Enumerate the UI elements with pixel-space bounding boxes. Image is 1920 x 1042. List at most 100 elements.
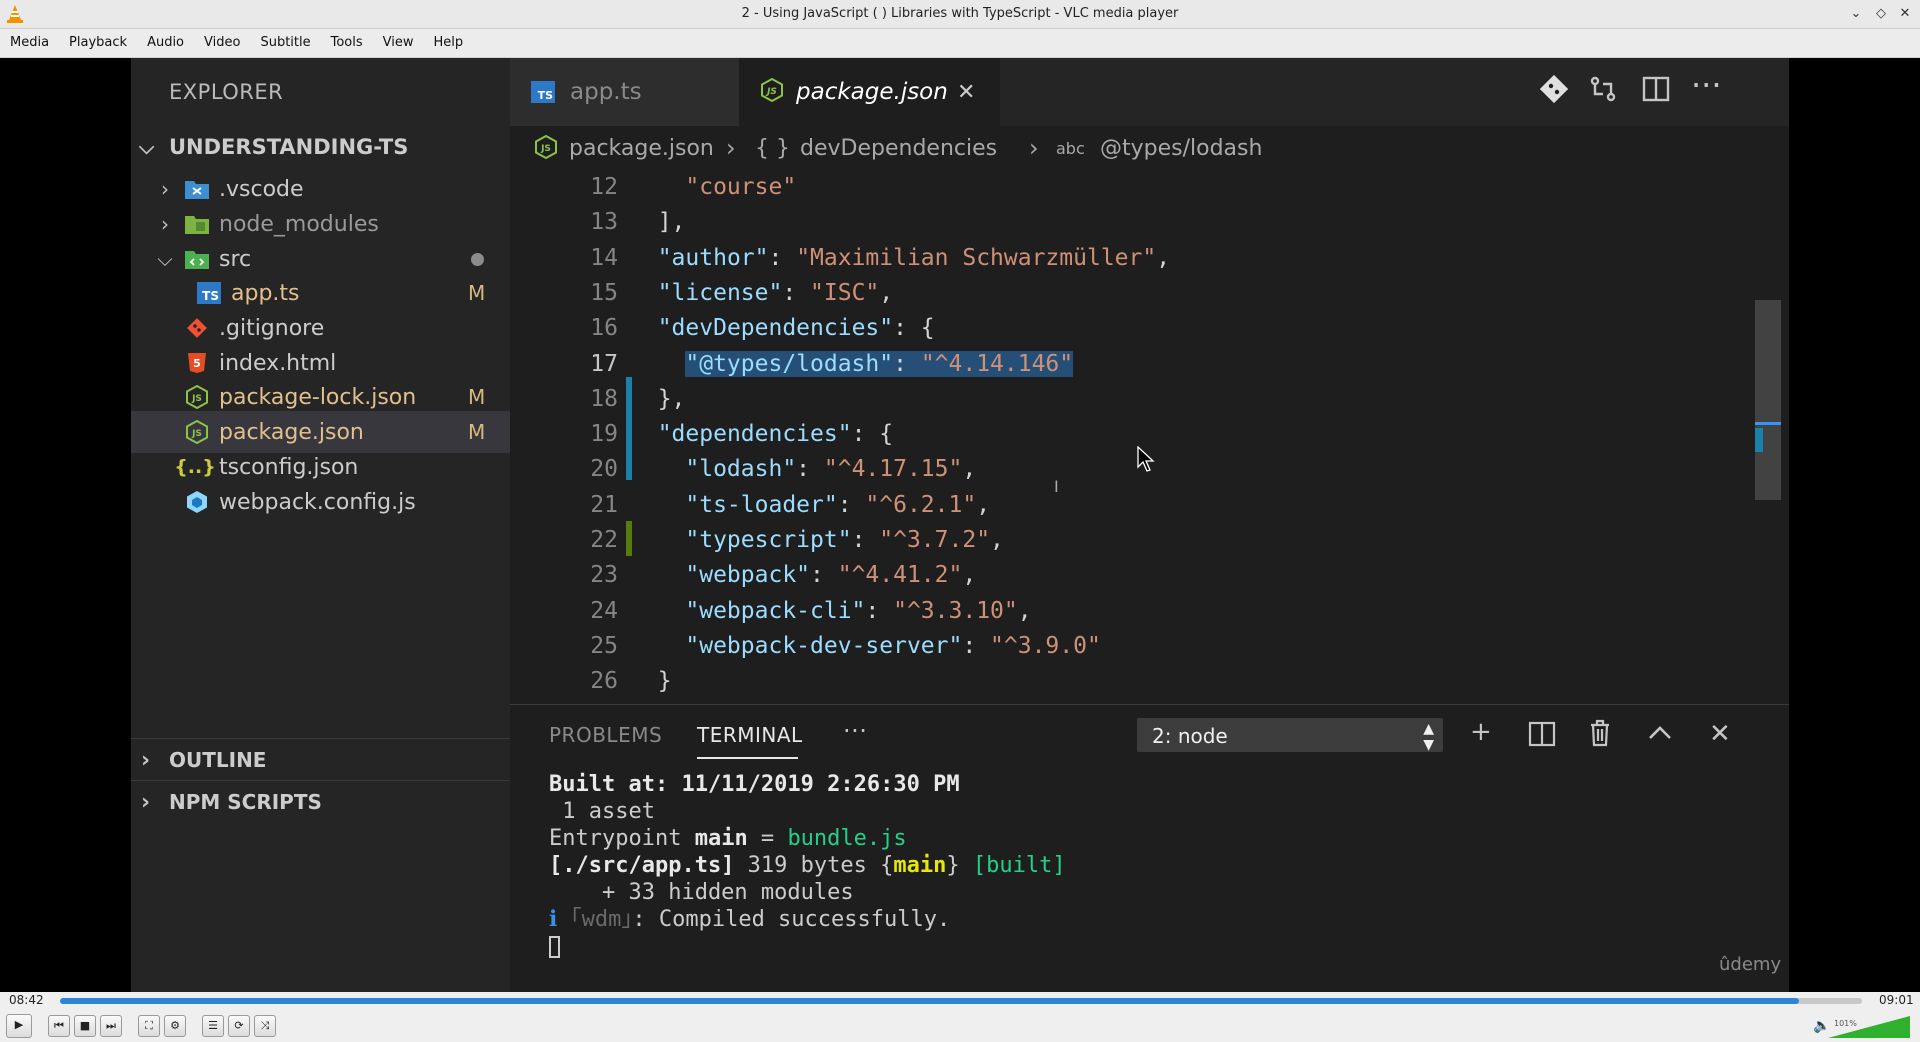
line-code: "lodash": "^4.17.15", <box>685 456 977 483</box>
menu-media[interactable]: Media <box>0 29 59 57</box>
previous-icon[interactable]: ⏮ <box>48 1015 70 1037</box>
menu-subtitle[interactable]: Subtitle <box>250 29 320 57</box>
tree-item-webpack-config: webpack.config.js <box>131 481 510 523</box>
node-folder-icon <box>183 210 211 238</box>
line-number: 12 <box>590 174 618 200</box>
typescript-file-icon: TS <box>531 81 555 103</box>
term-line-app: [./src/app.ts] 319 bytes {main} [built] <box>549 853 1066 878</box>
terminal-select[interactable]: 2: node ▲ ▼ <box>1137 718 1443 753</box>
menu-help[interactable]: Help <box>424 29 474 57</box>
menu-view[interactable]: View <box>373 29 424 57</box>
line-code: ], <box>630 209 686 236</box>
breadcrumb-item[interactable]: @types/lodash <box>1100 136 1262 161</box>
mouse-cursor-icon <box>1137 446 1155 472</box>
maximize-icon[interactable]: ◇ <box>1871 4 1891 24</box>
editor-scrollbar[interactable] <box>1755 300 1781 500</box>
split-terminal-icon[interactable] <box>1528 721 1556 754</box>
line-number: 23 <box>590 562 618 589</box>
code-line: 20 "lodash": "^4.17.15", <box>510 452 1750 487</box>
term-line-assets: 1 asset <box>549 799 655 824</box>
scrollbar-change-marker <box>1755 428 1763 452</box>
tree-label: package-lock.json <box>219 384 417 410</box>
code-line: 15 "license": "ISC", <box>510 276 1750 311</box>
typescript-file-icon: TS <box>197 282 221 304</box>
menu-video[interactable]: Video <box>194 29 250 57</box>
node-js-icon: JS <box>761 77 783 108</box>
breadcrumb-item[interactable]: devDependencies <box>800 136 997 161</box>
term-text: : Compiled successfully. <box>632 907 951 932</box>
info-icon: ℹ <box>549 907 571 932</box>
terminal-select-value: 2: node <box>1152 724 1228 748</box>
more-actions-icon[interactable]: ··· <box>1691 66 1722 104</box>
shuffle-icon[interactable]: ⤨ <box>254 1015 276 1037</box>
playlist-icon[interactable]: ☰ <box>202 1015 224 1037</box>
svg-text:JS: JS <box>191 394 202 404</box>
code-line: 12 "course" <box>510 170 1750 205</box>
fullscreen-icon[interactable]: ⛶ <box>138 1015 160 1037</box>
breadcrumb: JS package.json › { } devDependencies › … <box>510 126 1789 170</box>
play-icon[interactable]: ▶ <box>6 1014 32 1038</box>
menu-audio[interactable]: Audio <box>137 29 194 57</box>
trash-icon[interactable] <box>1588 719 1612 754</box>
code-line: 18 }, <box>510 382 1750 417</box>
line-number: 26 <box>590 668 618 695</box>
new-terminal-plus-icon[interactable]: + <box>1470 717 1492 747</box>
chevron-right-icon: › <box>161 177 169 201</box>
panel-more-icon[interactable]: ··· <box>843 717 867 745</box>
stop-icon[interactable]: ■ <box>74 1015 96 1037</box>
tab-problems[interactable]: PROBLEMS <box>549 723 662 747</box>
breadcrumb-item[interactable]: package.json <box>569 136 714 161</box>
tree-label: src <box>219 246 252 272</box>
code-line: 17 "@types/lodash": "^4.14.146" <box>510 347 1750 382</box>
line-number: 20 <box>590 456 618 483</box>
line-code: "@types/lodash": "^4.14.146" <box>685 350 1074 377</box>
tab-package-json[interactable]: JS package.json ✕ <box>739 58 1000 126</box>
menu-tools[interactable]: Tools <box>321 29 373 57</box>
code-line: 21 "ts-loader": "^6.2.1", <box>510 488 1750 523</box>
terminal-output[interactable]: Built at: 11/11/2019 2:26:30 PM 1 asset … <box>549 771 1066 960</box>
scrollbar-selection-marker <box>1755 422 1781 425</box>
git-compare-icon[interactable] <box>1539 74 1569 111</box>
npm-scripts-section[interactable]: › NPM SCRIPTS <box>131 780 510 823</box>
tree-label: .vscode <box>219 176 304 202</box>
volume-slider[interactable]: 101% <box>1828 1016 1910 1038</box>
close-tab-icon[interactable]: ✕ <box>957 80 975 105</box>
chevron-down-icon: ⌵ <box>139 135 155 159</box>
modified-dot-icon <box>471 252 484 266</box>
outline-section[interactable]: › OUTLINE <box>131 738 510 781</box>
term-line-hidden: + 33 hidden modules <box>549 880 854 905</box>
tree-label: tsconfig.json <box>219 454 359 480</box>
chevron-right-icon: › <box>161 212 169 236</box>
git-modified-badge: M <box>468 420 486 444</box>
open-changes-icon[interactable] <box>1588 74 1618 111</box>
tab-terminal[interactable]: TERMINAL <box>697 723 803 747</box>
editor-tabs: TS app.ts JS package.json ✕ ··· <box>510 58 1789 126</box>
line-number: 22 <box>590 527 618 553</box>
braces-icon: { } <box>755 135 790 161</box>
menu-playback[interactable]: Playback <box>59 29 137 57</box>
close-panel-icon[interactable]: ✕ <box>1709 719 1731 749</box>
code-editor[interactable]: 12 "course" 13 ], 14 "author": "Maximilian… <box>510 170 1789 704</box>
tab-app-ts[interactable]: TS app.ts <box>510 58 739 126</box>
udemy-watermark: ûdemy <box>1719 954 1782 975</box>
close-icon[interactable]: ✕ <box>1895 4 1915 24</box>
next-icon[interactable]: ⏭ <box>100 1015 122 1037</box>
term-text: } <box>946 853 973 878</box>
git-modified-badge: M <box>468 281 486 305</box>
term-line-built: Built at: 11/11/2019 2:26:30 PM <box>549 772 960 797</box>
split-editor-icon[interactable] <box>1641 74 1671 111</box>
minimize-icon[interactable]: ⌄ <box>1846 4 1866 24</box>
chevron-up-icon[interactable] <box>1647 721 1673 751</box>
seek-bar[interactable] <box>60 998 1862 1004</box>
root-folder-label: UNDERSTANDING-TS <box>169 135 409 159</box>
loop-icon[interactable]: ⟳ <box>228 1015 250 1037</box>
code-line: 25 "webpack-dev-server": "^3.9.0" <box>510 629 1750 664</box>
extended-settings-icon[interactable]: ⚙ <box>164 1015 186 1037</box>
code-line: 19 "dependencies": { <box>510 417 1750 452</box>
line-code: "license": "ISC", <box>657 279 894 306</box>
chevron-right-icon: › <box>141 789 151 815</box>
gutter-added-marker <box>626 521 632 556</box>
line-code: "devDependencies": { <box>657 315 935 342</box>
code-line: 16 "devDependencies": { <box>510 311 1750 346</box>
chevron-right-icon: › <box>141 747 151 773</box>
